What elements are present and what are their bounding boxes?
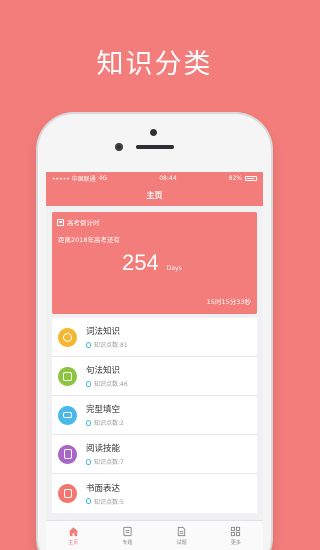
book-icon bbox=[58, 444, 77, 464]
category-title: 句法知识 bbox=[86, 366, 121, 376]
category-item-writing[interactable]: 书面表达 知识点数:5 bbox=[52, 474, 257, 513]
tab-home[interactable]: 主页 bbox=[46, 521, 100, 550]
category-title: 完型填空 bbox=[86, 405, 121, 415]
category-points: 知识点数:5 bbox=[94, 498, 124, 506]
promo-title: 知识分类 bbox=[96, 49, 213, 80]
cloze-icon bbox=[58, 405, 77, 425]
category-points: 知识点数:46 bbox=[94, 381, 128, 388]
lightbulb-icon bbox=[86, 380, 91, 387]
syntax-icon bbox=[58, 366, 77, 386]
tab-more[interactable]: 更多 bbox=[209, 521, 263, 550]
app-screen: ••••• 中国联通 4G 08:44 82% 主页 高考倒计时 距离2018年… bbox=[46, 172, 263, 550]
home-icon bbox=[68, 526, 78, 536]
category-points: 知识点数:81 bbox=[94, 342, 128, 349]
countdown-unit: Days bbox=[166, 265, 182, 272]
more-icon bbox=[231, 526, 241, 536]
pencil-icon bbox=[58, 484, 77, 503]
category-item-syntax[interactable]: 句法知识 知识点数:46 bbox=[52, 357, 257, 396]
lightbulb-icon bbox=[86, 498, 91, 504]
category-points: 知识点数:7 bbox=[94, 459, 124, 466]
countdown-remaining: 15时15分33秒 bbox=[206, 298, 251, 306]
calendar-icon bbox=[57, 218, 64, 226]
battery-percent: 82% bbox=[228, 174, 242, 182]
topic-icon bbox=[123, 526, 132, 536]
category-title: 阅读技能 bbox=[86, 444, 121, 454]
clock-label: 08:44 bbox=[159, 174, 177, 182]
speaker-grille bbox=[136, 145, 174, 149]
tab-label: 试题 bbox=[176, 539, 187, 546]
front-camera-icon bbox=[115, 143, 123, 151]
category-item-cloze[interactable]: 完型填空 知识点数:2 bbox=[52, 396, 257, 435]
lightbulb-icon bbox=[86, 458, 91, 465]
network-label: 4G bbox=[98, 174, 108, 182]
countdown-days: 254 bbox=[122, 250, 159, 275]
tab-exams[interactable]: 试题 bbox=[155, 521, 209, 550]
category-title: 书面表达 bbox=[86, 483, 121, 494]
camera-icon bbox=[150, 129, 157, 136]
category-item-vocabulary[interactable]: 词法知识 知识点数:81 bbox=[52, 318, 257, 357]
vocabulary-icon bbox=[58, 327, 77, 347]
tab-topics[interactable]: 专题 bbox=[100, 521, 154, 550]
category-list: 词法知识 知识点数:81 句法知识 知识点数:46 完型填空 知识点数:2 阅读… bbox=[52, 318, 257, 513]
tab-bar: 主页 专题 试题 更多 bbox=[46, 520, 263, 550]
exam-icon bbox=[177, 526, 186, 536]
countdown-label: 高考倒计时 bbox=[67, 219, 100, 227]
tab-label: 主页 bbox=[68, 539, 79, 546]
category-item-reading[interactable]: 阅读技能 知识点数:7 bbox=[52, 435, 257, 474]
nav-bar: 主页 bbox=[46, 184, 263, 206]
page-title: 主页 bbox=[146, 190, 163, 200]
battery-icon bbox=[245, 175, 257, 181]
category-points: 知识点数:2 bbox=[94, 420, 124, 427]
tab-label: 专题 bbox=[122, 539, 133, 546]
lightbulb-icon bbox=[86, 341, 91, 348]
category-title: 词法知识 bbox=[86, 327, 121, 337]
tab-label: 更多 bbox=[230, 539, 241, 546]
status-bar: ••••• 中国联通 4G 08:44 82% bbox=[46, 172, 263, 184]
countdown-card: 高考倒计时 距离2018年高考还有 254 Days 15时15分33秒 bbox=[52, 212, 257, 314]
carrier-label: ••••• 中国联通 bbox=[52, 175, 96, 183]
lightbulb-icon bbox=[86, 419, 91, 426]
countdown-subtitle: 距离2018年高考还有 bbox=[58, 236, 121, 244]
